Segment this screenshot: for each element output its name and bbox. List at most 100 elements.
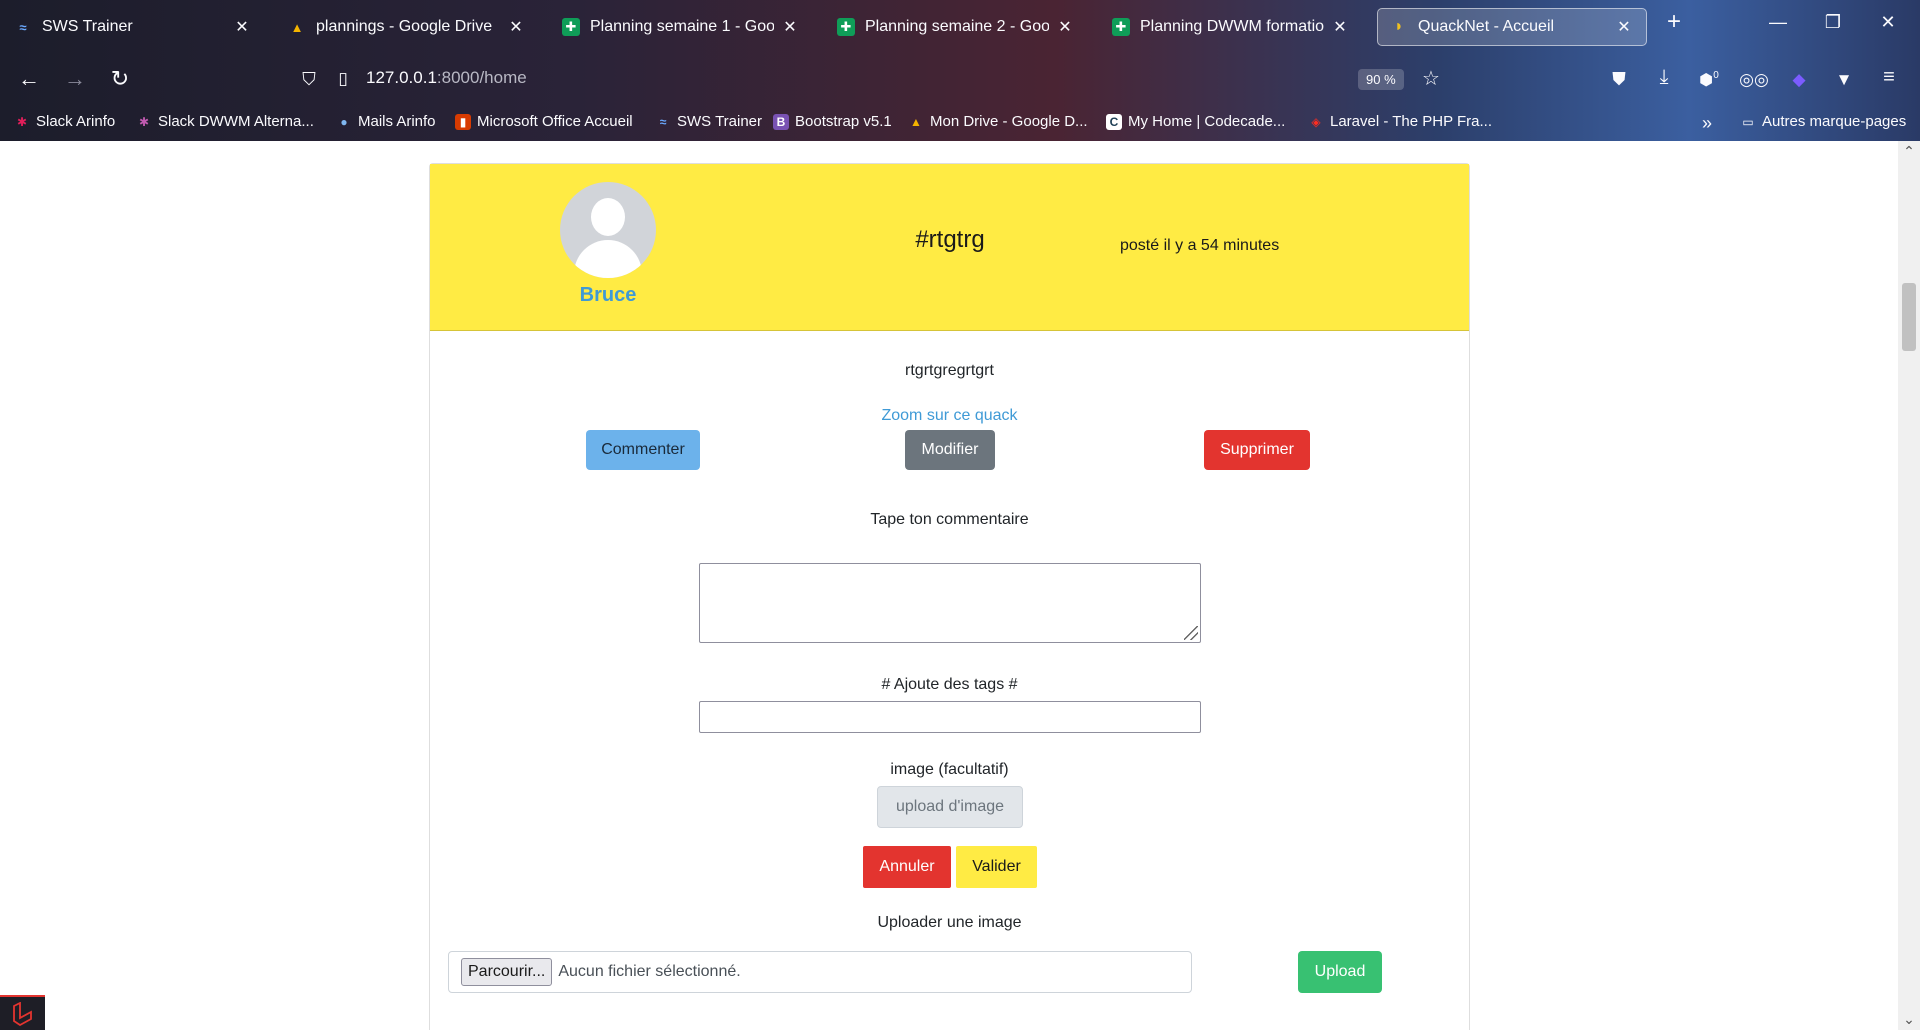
vpn-icon[interactable]: ◆	[1782, 70, 1816, 90]
mail-icon: ●	[340, 114, 348, 129]
extension-badge: 0	[1713, 70, 1719, 81]
page-icon: ▯	[338, 69, 348, 88]
glasses-icon[interactable]: ◎◎	[1737, 70, 1771, 90]
delete-button[interactable]: Supprimer	[1204, 430, 1310, 470]
tab-planning-semaine-1[interactable]: ✚ Planning semaine 1 - Google S ✕	[550, 8, 812, 46]
close-icon[interactable]: ✕	[232, 17, 252, 37]
slack-icon: ✱	[138, 114, 150, 129]
nav-bar: ← → ↻ ⛉ ▯ 127.0.0.1:8000/home 90 % ☆ ⛊ ⤓…	[0, 62, 1920, 102]
avatar-head	[591, 198, 625, 236]
bookmark-label: Laravel - The PHP Fra...	[1330, 113, 1493, 130]
edit-button[interactable]: Modifier	[905, 430, 995, 470]
scroll-thumb[interactable]	[1902, 283, 1916, 351]
scrollbar[interactable]: ⌃ ⌄	[1898, 141, 1920, 1030]
bookmark-label: Mon Drive - Google D...	[930, 113, 1088, 130]
tab-title: Planning semaine 2 - Google S	[865, 18, 1049, 35]
bookmark-slack-dwwm[interactable]: ✱ Slack DWWM Alterna...	[136, 113, 314, 130]
bookmark-label: Mails Arinfo	[358, 113, 436, 130]
comment-textarea[interactable]	[699, 563, 1201, 643]
tab-sws-trainer[interactable]: ≈ SWS Trainer ✕	[2, 8, 264, 46]
avatar	[560, 182, 656, 278]
no-file-text: Aucun fichier sélectionné.	[558, 963, 741, 980]
other-bookmarks[interactable]: ▭ Autres marque-pages	[1740, 113, 1906, 130]
quack-header: Bruce #rtgtrg posté il y a 54 minutes	[430, 164, 1469, 331]
tab-bar: ≈ SWS Trainer ✕ ▲ plannings - Google Dri…	[0, 0, 1920, 55]
reload-icon[interactable]: ↻	[103, 66, 137, 92]
file-input[interactable]: Parcourir... Aucun fichier sélectionné.	[448, 951, 1192, 993]
tab-planning-dwwm[interactable]: ✚ Planning DWWM formation co ✕	[1100, 8, 1362, 46]
laravel-debugbar-icon[interactable]	[0, 995, 45, 1030]
zoom-indicator[interactable]: 90 %	[1358, 69, 1404, 90]
google-sheets-icon: ✚	[562, 18, 580, 36]
extension-icon[interactable]: ⬢0	[1692, 70, 1726, 90]
upload-button[interactable]: Upload	[1298, 951, 1382, 993]
tab-quacknet[interactable]: ◗ QuackNet - Accueil ✕	[1377, 8, 1647, 46]
resize-grip-icon[interactable]	[1184, 626, 1198, 640]
upload-label: Uploader une image	[877, 914, 1022, 931]
quack-content: rtgrtgregrtgrt	[905, 362, 994, 379]
bookmark-star-icon[interactable]: ☆	[1414, 66, 1448, 91]
folder-icon: ▭	[1742, 114, 1754, 129]
comment-label: Tape ton commentaire	[870, 511, 1029, 528]
pocket-icon[interactable]: ⛊	[1602, 69, 1636, 90]
bookmarks-bar: ✱ Slack Arinfo ✱ Slack DWWM Alterna... ● Ma…	[0, 110, 1920, 138]
google-sheets-icon: ✚	[837, 18, 855, 36]
shield-icon[interactable]: ⛉	[292, 69, 326, 90]
google-drive-icon: ▲	[290, 19, 304, 35]
page-viewport: Bruce #rtgtrg posté il y a 54 minutes rt…	[0, 141, 1920, 1030]
bookmark-mails-arinfo[interactable]: ● Mails Arinfo	[336, 113, 436, 130]
office-icon: ▮	[455, 113, 471, 130]
bookmark-bootstrap[interactable]: B Bootstrap v5.1	[773, 113, 892, 130]
tab-title: SWS Trainer	[42, 18, 133, 35]
sws-icon: ≈	[19, 19, 27, 35]
bookmark-label: Microsoft Office Accueil	[477, 113, 633, 130]
back-icon[interactable]: ←	[12, 66, 46, 92]
close-icon[interactable]: ✕	[1055, 17, 1075, 37]
quack-card: Bruce #rtgtrg posté il y a 54 minutes rt…	[429, 163, 1470, 1030]
chevron-right-icon[interactable]: »	[1702, 113, 1712, 134]
vue-devtools-icon[interactable]: ▼	[1827, 70, 1861, 90]
new-tab-button[interactable]: +	[1659, 8, 1689, 36]
slack-icon: ✱	[16, 114, 28, 129]
image-label: image (facultatif)	[890, 761, 1009, 778]
upload-image-button[interactable]: upload d'image	[877, 786, 1023, 828]
comment-button[interactable]: Commenter	[586, 430, 700, 470]
bookmark-label: Bootstrap v5.1	[795, 113, 892, 130]
bookmark-laravel[interactable]: ◈ Laravel - The PHP Fra...	[1308, 113, 1492, 130]
tab-planning-semaine-2[interactable]: ✚ Planning semaine 2 - Google S ✕	[825, 8, 1087, 46]
forward-icon[interactable]: →	[58, 66, 92, 92]
codecademy-icon: C	[1106, 113, 1122, 130]
bookmark-sws-trainer[interactable]: ≈ SWS Trainer	[655, 113, 762, 130]
bookmark-slack-arinfo[interactable]: ✱ Slack Arinfo	[14, 113, 115, 130]
bookmark-label: My Home | Codecade...	[1128, 113, 1286, 130]
scroll-up-icon[interactable]: ⌃	[1898, 143, 1920, 160]
close-icon[interactable]: ✕	[780, 17, 800, 37]
close-icon[interactable]: ✕	[506, 17, 526, 37]
download-icon[interactable]: ⤓	[1647, 66, 1681, 89]
minimize-button[interactable]: —	[1763, 12, 1793, 33]
avatar-body	[574, 240, 642, 278]
close-icon[interactable]: ✕	[1614, 17, 1634, 37]
author-name[interactable]: Bruce	[540, 284, 676, 307]
bookmark-label: SWS Trainer	[677, 113, 763, 130]
zoom-link[interactable]: Zoom sur ce quack	[430, 407, 1469, 425]
quack-tag: #rtgtrg	[915, 226, 985, 253]
restore-button[interactable]: ❐	[1818, 12, 1848, 33]
url-host: 127.0.0.1	[366, 68, 437, 87]
menu-icon[interactable]: ≡	[1872, 66, 1906, 89]
bookmark-codecademy[interactable]: C My Home | Codecade...	[1106, 113, 1285, 130]
browse-button[interactable]: Parcourir...	[461, 958, 553, 986]
posted-time: posté il y a 54 minutes	[1120, 237, 1280, 254]
bookmark-office[interactable]: ▮ Microsoft Office Accueil	[455, 113, 633, 130]
bootstrap-icon: B	[773, 113, 789, 130]
window-close-button[interactable]: ✕	[1873, 12, 1903, 33]
cancel-button[interactable]: Annuler	[863, 846, 951, 888]
close-icon[interactable]: ✕	[1330, 17, 1350, 37]
address-bar[interactable]: 127.0.0.1:8000/home	[366, 68, 527, 88]
bookmark-label: Slack Arinfo	[36, 113, 116, 130]
tags-input[interactable]	[699, 701, 1201, 733]
bookmark-mon-drive[interactable]: ▲ Mon Drive - Google D...	[908, 113, 1088, 130]
validate-button[interactable]: Valider	[956, 846, 1037, 888]
tab-plannings-drive[interactable]: ▲ plannings - Google Drive ✕	[276, 8, 538, 46]
scroll-down-icon[interactable]: ⌄	[1898, 1011, 1920, 1028]
